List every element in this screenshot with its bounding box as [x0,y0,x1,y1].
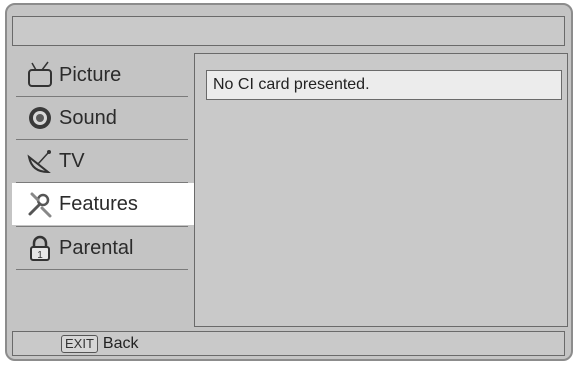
tools-icon [25,190,55,218]
sidebar-item-label: Parental [59,236,134,259]
speaker-icon [25,104,55,132]
satellite-dish-icon [25,147,55,175]
exit-key-icon[interactable]: EXIT [61,334,98,353]
sidebar-item-label: Sound [59,106,117,129]
ci-status-text: No CI card presented. [213,76,370,93]
padlock-icon: 1 [25,234,55,262]
title-bar [12,16,565,46]
divider [16,269,188,270]
sidebar-item-sound[interactable]: Sound [12,97,190,139]
sidebar-item-tv[interactable]: TV [12,140,190,182]
svg-text:1: 1 [37,250,43,261]
sidebar-item-label: TV [59,149,85,172]
sidebar-item-label: Features [59,192,138,215]
tv-icon [25,61,55,89]
sidebar-item-picture[interactable]: Picture [12,54,190,96]
sidebar-item-parental[interactable]: 1 Parental [12,227,190,269]
sidebar-item-label: Picture [59,63,122,86]
back-label: Back [102,334,139,352]
ci-status-message: No CI card presented. [206,70,562,100]
sidebar: Picture Sound TV Features 1 Parental [12,53,198,327]
footer-bar: EXIT Back [12,331,565,356]
sidebar-item-features[interactable]: Features [12,183,198,225]
content-panel: No CI card presented. [194,53,568,327]
